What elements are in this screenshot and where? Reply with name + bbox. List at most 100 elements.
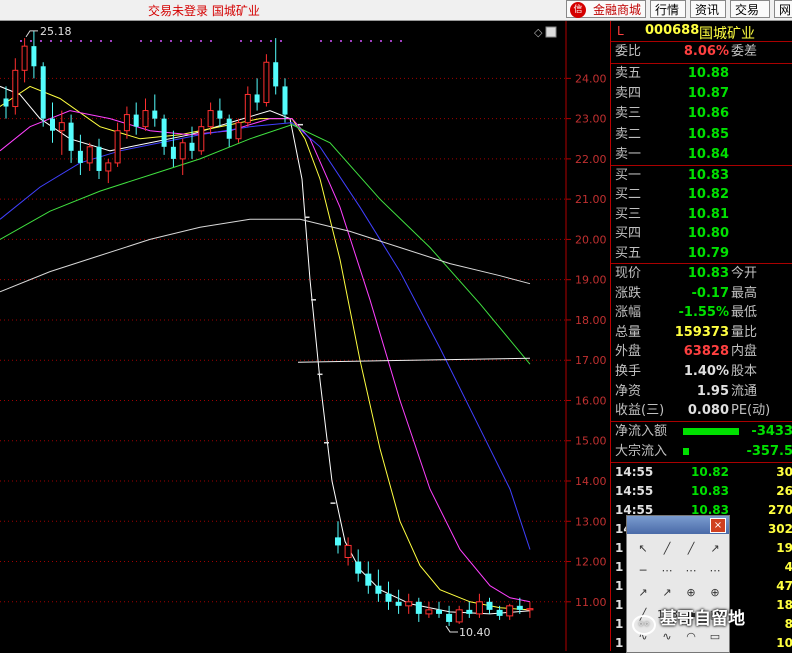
trade-volume: 8 <box>784 617 792 631</box>
stat-row: 涨幅 -1.55% 最低 <box>611 303 792 323</box>
stat-row: 涨跌 -0.17 最高 <box>611 284 792 304</box>
row-label: 卖四 <box>615 86 642 102</box>
price-tick-label: 24.00 <box>575 72 607 85</box>
draw-tool-icon[interactable]: ⋯ <box>681 562 701 580</box>
draw-tool-icon[interactable]: ╱ <box>657 540 677 558</box>
candle-body <box>207 110 214 128</box>
weibi-label: 委比 <box>615 44 642 59</box>
row-label: 买四 <box>615 226 642 242</box>
row-label: 涨跌 <box>615 285 642 301</box>
candle-body <box>466 609 473 614</box>
row-value: 1.95 <box>696 383 729 399</box>
market-quotes-button[interactable]: 行情 <box>650 0 686 18</box>
financial-mall-label: 金融商城 <box>593 3 642 17</box>
row-value: 10.86 <box>687 106 729 122</box>
flow-bar <box>683 428 739 435</box>
price-tick-label: 13.00 <box>575 515 607 528</box>
price-tick-label: 19.00 <box>575 274 607 287</box>
draw-tool-icon[interactable]: ↗ <box>705 540 725 558</box>
price-tick-label: 18.00 <box>575 314 607 327</box>
trade-time: 1 <box>615 598 624 612</box>
stat-row: 收益(三) 0.080 PE(动) <box>611 401 792 421</box>
draw-tool-icon[interactable]: ◠ <box>681 628 701 646</box>
candle-body <box>496 609 503 616</box>
row-value: 10.87 <box>687 86 729 102</box>
draw-tool-icon[interactable]: ↗ <box>657 584 677 602</box>
row-value: 10.80 <box>687 226 729 242</box>
draw-tool-icon[interactable]: ↖ <box>633 540 653 558</box>
watermark: ◦◦ 基哥自留地 <box>632 604 745 635</box>
trade-time: 1 <box>615 617 624 631</box>
row-label: 现价 <box>615 266 642 281</box>
candle-body <box>425 609 433 615</box>
marker-dot <box>180 40 182 42</box>
draw-tool-icon[interactable]: ╱ <box>681 540 701 558</box>
row-label-2: 内盘 <box>731 344 758 360</box>
draw-tool-icon[interactable]: ⊕ <box>705 584 725 602</box>
marker-dot <box>30 40 32 42</box>
draw-tool-icon[interactable]: ─ <box>633 562 653 580</box>
candle-body <box>50 118 55 131</box>
row-value: 10.85 <box>687 126 729 142</box>
close-icon[interactable]: × <box>710 518 726 533</box>
candle-body <box>355 561 362 574</box>
row-label: 卖二 <box>615 126 642 142</box>
high-price-label: 25.18 <box>40 25 72 38</box>
row-label: 买二 <box>615 187 642 203</box>
marker-dot <box>250 40 252 42</box>
candle-body <box>31 46 37 67</box>
candle-body <box>226 118 232 139</box>
candle-body <box>40 66 46 119</box>
marker-dot <box>190 40 192 42</box>
candle-body <box>526 608 534 611</box>
draw-tool-icon[interactable]: ⋯ <box>657 562 677 580</box>
flow-value: -357.5 <box>746 444 792 459</box>
web-button[interactable]: 网 <box>774 0 792 18</box>
trade-volume: 18 <box>776 598 792 612</box>
marker-dot <box>40 40 42 42</box>
row-value: 10.81 <box>687 206 729 222</box>
weibi-value: 8.06% <box>683 44 729 59</box>
ask-row: 卖五 10.88 <box>611 64 792 84</box>
chart-scroll-button[interactable] <box>545 26 557 38</box>
row-value: 159373 <box>674 324 729 340</box>
draw-tool-icon[interactable]: ↗ <box>633 584 653 602</box>
trade-time: 1 <box>615 579 624 593</box>
marker-dot <box>60 40 62 42</box>
price-tick-label: 21.00 <box>575 193 607 206</box>
trade-price: 10.83 <box>691 484 729 498</box>
row-value: 10.79 <box>687 245 729 261</box>
flow-row: 净流入额 -3433 <box>611 422 792 442</box>
marker-dot <box>210 40 212 42</box>
draw-tool-icon[interactable]: ▭ <box>705 628 725 646</box>
financial-mall-button[interactable]: 信 金融商城 <box>566 0 646 18</box>
draw-tool-icon[interactable]: ⊕ <box>681 584 701 602</box>
row-label: 换手 <box>615 364 642 379</box>
trade-button[interactable]: 交易 <box>730 0 770 18</box>
stat-row: 换手 1.40% 股本 <box>611 362 792 382</box>
candle-body <box>455 609 463 623</box>
marker-dot <box>400 40 402 42</box>
candle-body <box>506 605 514 617</box>
top-toolbar: 交易未登录 国城矿业 信 金融商城 行情 资讯 交易 网 <box>0 0 792 21</box>
trade-time: 1 <box>615 636 624 650</box>
row-value: 10.82 <box>687 187 729 203</box>
draw-tool-icon[interactable]: ∿ <box>657 628 677 646</box>
palette-titlebar[interactable]: × <box>627 516 729 534</box>
draw-tool-icon[interactable]: ⋯ <box>705 562 725 580</box>
row-label: 涨幅 <box>615 305 642 321</box>
flow-row: 大宗流入 -357.5 <box>611 442 792 462</box>
price-chart[interactable]: 24.00 23.00 22.00 21.00 20.00 19.00 18.00 17.00… <box>0 21 610 651</box>
marker-dot <box>150 40 152 42</box>
candle-body <box>282 86 288 115</box>
marker-dot <box>50 40 52 42</box>
candle-body <box>170 146 176 159</box>
price-tick-label: 15.00 <box>575 435 607 448</box>
trade-volume: 47 <box>776 579 792 593</box>
marker-dot <box>90 40 92 42</box>
trade-time: 14:55 <box>615 465 654 479</box>
diamond-icon: ◇ <box>534 26 543 39</box>
news-button[interactable]: 资讯 <box>690 0 726 18</box>
stat-row: 现价 10.83 今开 <box>611 264 792 284</box>
marker-dot <box>370 40 372 42</box>
